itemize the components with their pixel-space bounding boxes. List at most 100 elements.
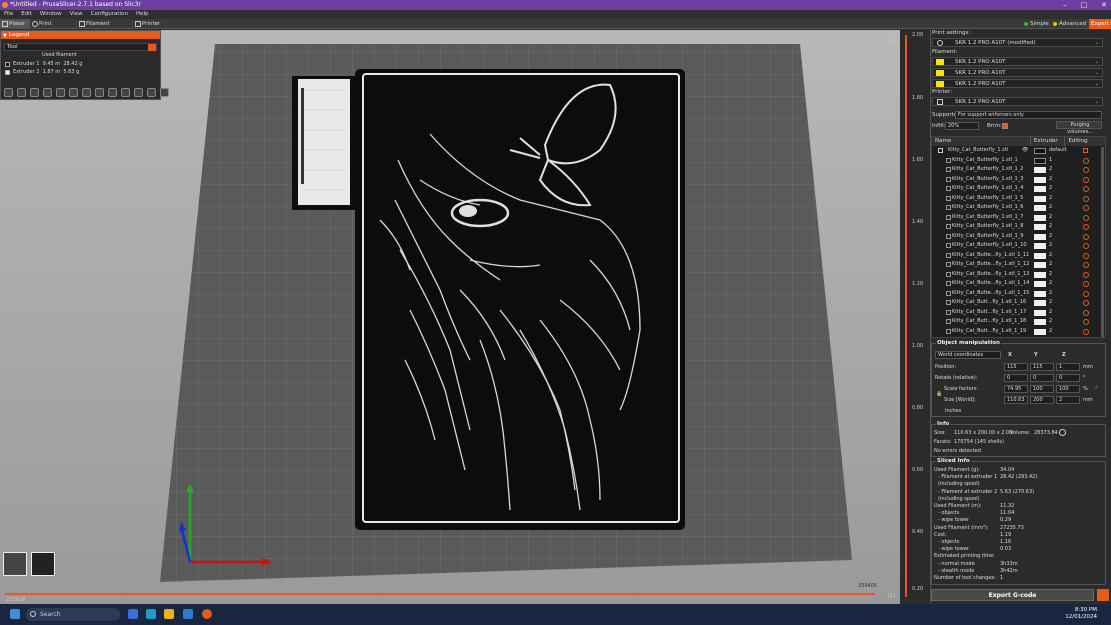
object-part-row[interactable]: Kitty_Cat_Butterfly_1.stl_1_9 2: [932, 232, 1105, 242]
custom-gcode-icon[interactable]: [108, 88, 117, 97]
mode-simple[interactable]: Simple: [1022, 19, 1049, 29]
supports-select[interactable]: For support enforcers only: [955, 111, 1102, 119]
view-layers-icon[interactable]: [31, 552, 55, 576]
object-part-row[interactable]: Kitty_Cat_Butt...fly_1.stl_1_19 2: [932, 327, 1105, 337]
object-part-row[interactable]: Kitty_Cat_Butte...fly_1.stl_1_13 2: [932, 270, 1105, 280]
object-part-row[interactable]: Kitty_Cat_Butt...fly_1.stl_1_18 2: [932, 317, 1105, 327]
view-3d-cube-icon[interactable]: [3, 552, 27, 576]
part-edit-icon[interactable]: [1083, 224, 1089, 230]
seams-icon[interactable]: [56, 88, 65, 97]
part-edit-icon[interactable]: [1083, 243, 1089, 249]
shells-icon[interactable]: [134, 88, 143, 97]
part-edit-icon[interactable]: [1083, 186, 1089, 192]
retractions-icon[interactable]: [30, 88, 39, 97]
edge-icon[interactable]: [146, 609, 156, 619]
object-part-row[interactable]: Kitty_Cat_Butterfly_1.stl_1_3 2: [932, 175, 1105, 185]
reset-scale-icon[interactable]: ↺: [1094, 385, 1098, 391]
tool-changes-icon[interactable]: [69, 88, 78, 97]
close-icon[interactable]: ✕: [1101, 0, 1107, 10]
purging-volumes-button[interactable]: Purging volumes...: [1056, 121, 1102, 135]
menu-view[interactable]: View: [66, 10, 87, 19]
mode-expert[interactable]: Expert: [1089, 19, 1111, 29]
menu-file[interactable]: File: [0, 10, 17, 19]
part-edit-icon[interactable]: [1083, 176, 1089, 183]
part-edit-icon[interactable]: [1083, 328, 1089, 335]
object-part-row[interactable]: Kitty_Cat_Butterfly_1.stl_1 1: [932, 156, 1105, 166]
part-edit-icon[interactable]: [1083, 214, 1089, 221]
copilot-icon[interactable]: [128, 609, 138, 619]
infill-select[interactable]: 20%: [945, 122, 979, 130]
object-part-row[interactable]: Kitty_Cat_Butte...fly_1.stl_1_14 2: [932, 279, 1105, 289]
part-edit-icon[interactable]: [1083, 262, 1089, 268]
tool-marker-icon[interactable]: [147, 88, 156, 97]
part-edit-icon[interactable]: [1083, 290, 1089, 297]
position-y-input[interactable]: 115: [1030, 363, 1054, 371]
part-edit-icon[interactable]: [1083, 271, 1089, 278]
store-icon[interactable]: [183, 609, 193, 619]
part-edit-icon[interactable]: [1083, 319, 1089, 325]
legend-header[interactable]: ▼ Legend: [1, 31, 160, 39]
part-edit-icon[interactable]: [1083, 195, 1089, 202]
mode-advanced[interactable]: Advanced: [1051, 19, 1086, 29]
part-edit-icon[interactable]: [1083, 252, 1089, 259]
object-part-row[interactable]: Kitty_Cat_Butt...fly_1.stl_1_16 2: [932, 298, 1105, 308]
part-edit-icon[interactable]: [1083, 300, 1089, 306]
layer-slider[interactable]: 2.00 (10) 1.80 1.60 1.40 1.20 1.00 0.80 …: [888, 30, 930, 604]
filament-3-swatch[interactable]: [936, 81, 944, 87]
position-x-input[interactable]: 115: [1004, 363, 1028, 371]
part-edit-icon[interactable]: [1083, 309, 1089, 316]
scale-z-input[interactable]: 100: [1056, 385, 1080, 393]
object-part-row[interactable]: Kitty_Cat_Butte...fly_1.stl_1_15 2: [932, 289, 1105, 299]
lock-icon[interactable]: 🔒: [936, 391, 942, 397]
object-row[interactable]: Kitty_Cat_Butterfly_1.stl 👁 default: [932, 146, 1105, 156]
menu-configuration[interactable]: Configuration: [87, 10, 132, 19]
printer-profile-select[interactable]: SKR 1.2 PRO A10T ⌄: [932, 97, 1103, 106]
filament-2-select[interactable]: SKR 1.2 PRO A10T ⌄: [932, 68, 1103, 77]
object-list-scrollbar[interactable]: [1101, 147, 1104, 337]
eye-icon[interactable]: 👁: [1022, 146, 1028, 156]
print-profile-select[interactable]: SKR 1.2 PRO A10T (modified) ⌄: [932, 38, 1103, 47]
windows-start-icon[interactable]: [10, 609, 20, 619]
object-part-row[interactable]: Kitty_Cat_Butterfly_1.stl_1_4 2: [932, 184, 1105, 194]
pause-icon[interactable]: [95, 88, 104, 97]
col-extruder[interactable]: Extruder: [1031, 137, 1066, 146]
object-part-row[interactable]: Kitty_Cat_Butterfly_1.stl_1_7 2: [932, 213, 1105, 223]
filament-2-swatch[interactable]: [936, 70, 944, 76]
part-edit-icon[interactable]: [1083, 205, 1089, 211]
rotate-x-input[interactable]: 0: [1004, 374, 1028, 382]
col-name[interactable]: Name: [932, 137, 1031, 146]
rotate-y-input[interactable]: 0: [1030, 374, 1054, 382]
size-x-input[interactable]: 110.63: [1004, 396, 1028, 404]
legend-view-type-select[interactable]: Tool: [4, 43, 157, 51]
filament-3-select[interactable]: SKR 1.2 PRO A10T ⌄: [932, 79, 1103, 88]
object-part-row[interactable]: Kitty_Cat_Butt...fly_1.stl_1_17 2: [932, 308, 1105, 318]
menu-help[interactable]: Help: [132, 10, 153, 19]
export-gcode-button[interactable]: Export G-code: [931, 589, 1094, 601]
prusaslicer-taskbar-icon[interactable]: [202, 609, 212, 619]
tab-filament-settings[interactable]: Filament Settings: [77, 19, 131, 37]
object-part-row[interactable]: Kitty_Cat_Butterfly_1.stl_1_6 2: [932, 203, 1105, 213]
object-settings-icon[interactable]: [1083, 148, 1088, 153]
tab-printer-settings[interactable]: Printer Settings: [133, 19, 183, 37]
part-edit-icon[interactable]: [1083, 157, 1089, 164]
menu-edit[interactable]: Edit: [17, 10, 36, 19]
brim-checkbox[interactable]: [1002, 123, 1008, 129]
object-part-row[interactable]: Kitty_Cat_Butterfly_1.stl_1_8 2: [932, 222, 1105, 232]
travel-icon[interactable]: [4, 88, 13, 97]
menu-window[interactable]: Window: [36, 10, 66, 19]
rotate-z-input[interactable]: 0: [1056, 374, 1080, 382]
maximize-icon[interactable]: □: [1081, 0, 1088, 10]
scale-y-input[interactable]: 100: [1030, 385, 1054, 393]
color-changes-icon[interactable]: [82, 88, 91, 97]
taskbar-clock[interactable]: 8:30 PM 12/01/2024: [1065, 607, 1097, 621]
info-icon[interactable]: [1059, 429, 1066, 436]
size-y-input[interactable]: 200: [1030, 396, 1054, 404]
deretractions-icon[interactable]: [43, 88, 52, 97]
filament-1-select[interactable]: SKR 1.2 PRO A10T ⌄: [932, 57, 1103, 66]
size-z-input[interactable]: 2: [1056, 396, 1080, 404]
object-part-row[interactable]: Kitty_Cat_Butte...fly_1.stl_1_11 2: [932, 251, 1105, 261]
minimize-icon[interactable]: –: [1063, 0, 1067, 10]
3d-viewport[interactable]: [0, 30, 905, 604]
position-z-input[interactable]: 1: [1056, 363, 1080, 371]
wipe-icon[interactable]: [17, 88, 26, 97]
